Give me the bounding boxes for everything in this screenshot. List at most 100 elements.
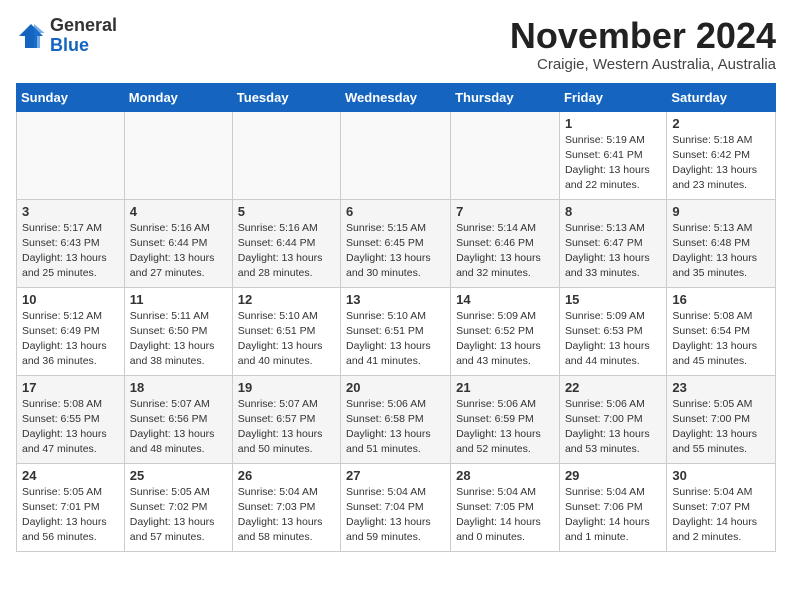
month-title: November 2024 xyxy=(510,16,776,56)
calendar-day-cell: 16Sunrise: 5:08 AM Sunset: 6:54 PM Dayli… xyxy=(667,287,776,375)
day-of-week-header: Sunday xyxy=(17,83,125,111)
day-number: 24 xyxy=(22,468,119,483)
day-of-week-header: Thursday xyxy=(451,83,560,111)
calendar-week-row: 17 Sunrise: 5:08 AM Sunset: 6:55 PM Dayli… xyxy=(17,375,776,463)
day-number: 6 xyxy=(346,204,445,219)
day-info: Sunrise: 5:12 AM Sunset: 6:49 PM Dayligh… xyxy=(22,309,119,370)
calendar-day-cell: 13 Sunrise: 5:10 AM Sunset: 6:51 PM Dayli… xyxy=(341,287,451,375)
day-info: Sunrise: 5:05 AM Sunset: 7:02 PM Dayligh… xyxy=(130,485,227,546)
day-number: 8 xyxy=(565,204,661,219)
calendar-day-cell: 17 Sunrise: 5:08 AM Sunset: 6:55 PM Dayli… xyxy=(17,375,125,463)
calendar-day-cell: 1 Sunrise: 5:19 AM Sunset: 6:41 PM Daylig… xyxy=(559,111,666,199)
day-of-week-header: Monday xyxy=(124,83,232,111)
day-number: 14 xyxy=(456,292,554,307)
calendar-day-cell: 3 Sunrise: 5:17 AM Sunset: 6:43 PM Daylig… xyxy=(17,199,125,287)
calendar-day-cell: 15 Sunrise: 5:09 AM Sunset: 6:53 PM Dayli… xyxy=(559,287,666,375)
day-info: Sunrise: 5:09 AM Sunset: 6:52 PM Dayligh… xyxy=(456,309,554,370)
day-number: 30 xyxy=(672,468,770,483)
day-number: 16 xyxy=(672,292,770,307)
day-info: Sunrise: 5:07 AM Sunset: 6:56 PM Dayligh… xyxy=(130,397,227,458)
logo-blue: Blue xyxy=(50,35,89,55)
logo-icon xyxy=(16,21,46,51)
day-number: 10 xyxy=(22,292,119,307)
day-number: 15 xyxy=(565,292,661,307)
day-number: 4 xyxy=(130,204,227,219)
day-info: Sunrise: 5:16 AM Sunset: 6:44 PM Dayligh… xyxy=(238,221,335,282)
calendar-day-cell: 30 Sunrise: 5:04 AM Sunset: 7:07 PM Dayli… xyxy=(667,463,776,551)
day-number: 26 xyxy=(238,468,335,483)
calendar-day-cell: 19Sunrise: 5:07 AM Sunset: 6:57 PM Dayli… xyxy=(232,375,340,463)
day-number: 29 xyxy=(565,468,661,483)
day-info: Sunrise: 5:10 AM Sunset: 6:51 PM Dayligh… xyxy=(346,309,445,370)
day-number: 7 xyxy=(456,204,554,219)
calendar-week-row: 3 Sunrise: 5:17 AM Sunset: 6:43 PM Daylig… xyxy=(17,199,776,287)
calendar-day-cell xyxy=(232,111,340,199)
calendar-day-cell: 25Sunrise: 5:05 AM Sunset: 7:02 PM Dayli… xyxy=(124,463,232,551)
day-number: 22 xyxy=(565,380,661,395)
calendar-day-cell: 26 Sunrise: 5:04 AM Sunset: 7:03 PM Dayli… xyxy=(232,463,340,551)
logo-general: General xyxy=(50,15,117,35)
calendar-day-cell: 8 Sunrise: 5:13 AM Sunset: 6:47 PM Daylig… xyxy=(559,199,666,287)
day-number: 3 xyxy=(22,204,119,219)
calendar-day-cell: 22 Sunrise: 5:06 AM Sunset: 7:00 PM Dayli… xyxy=(559,375,666,463)
day-info: Sunrise: 5:04 AM Sunset: 7:03 PM Dayligh… xyxy=(238,485,335,546)
calendar-day-cell: 18 Sunrise: 5:07 AM Sunset: 6:56 PM Dayli… xyxy=(124,375,232,463)
day-number: 1 xyxy=(565,116,661,131)
calendar-day-cell: 11Sunrise: 5:11 AM Sunset: 6:50 PM Dayli… xyxy=(124,287,232,375)
logo: General Blue xyxy=(16,16,117,56)
day-number: 12 xyxy=(238,292,335,307)
calendar-day-cell: 24 Sunrise: 5:05 AM Sunset: 7:01 PM Dayli… xyxy=(17,463,125,551)
day-of-week-header: Friday xyxy=(559,83,666,111)
page-header: General Blue November 2024 Craigie, West… xyxy=(16,16,776,73)
calendar-day-cell: 7 Sunrise: 5:14 AM Sunset: 6:46 PM Daylig… xyxy=(451,199,560,287)
day-info: Sunrise: 5:13 AM Sunset: 6:47 PM Dayligh… xyxy=(565,221,661,282)
title-block: November 2024 Craigie, Western Australia… xyxy=(510,16,776,73)
day-of-week-header: Wednesday xyxy=(341,83,451,111)
day-info: Sunrise: 5:19 AM Sunset: 6:41 PM Dayligh… xyxy=(565,133,661,194)
day-number: 17 xyxy=(22,380,119,395)
day-info: Sunrise: 5:04 AM Sunset: 7:06 PM Dayligh… xyxy=(565,485,661,546)
calendar-week-row: 1 Sunrise: 5:19 AM Sunset: 6:41 PM Daylig… xyxy=(17,111,776,199)
day-info: Sunrise: 5:04 AM Sunset: 7:07 PM Dayligh… xyxy=(672,485,770,546)
day-number: 18 xyxy=(130,380,227,395)
day-info: Sunrise: 5:10 AM Sunset: 6:51 PM Dayligh… xyxy=(238,309,335,370)
day-info: Sunrise: 5:17 AM Sunset: 6:43 PM Dayligh… xyxy=(22,221,119,282)
day-number: 27 xyxy=(346,468,445,483)
day-number: 5 xyxy=(238,204,335,219)
calendar-week-row: 24 Sunrise: 5:05 AM Sunset: 7:01 PM Dayli… xyxy=(17,463,776,551)
day-info: Sunrise: 5:14 AM Sunset: 6:46 PM Dayligh… xyxy=(456,221,554,282)
calendar-day-cell: 14 Sunrise: 5:09 AM Sunset: 6:52 PM Dayli… xyxy=(451,287,560,375)
day-info: Sunrise: 5:04 AM Sunset: 7:05 PM Dayligh… xyxy=(456,485,554,546)
day-info: Sunrise: 5:15 AM Sunset: 6:45 PM Dayligh… xyxy=(346,221,445,282)
calendar-day-cell xyxy=(451,111,560,199)
day-number: 23 xyxy=(672,380,770,395)
calendar-day-cell: 10 Sunrise: 5:12 AM Sunset: 6:49 PM Dayli… xyxy=(17,287,125,375)
calendar-day-cell: 2 Sunrise: 5:18 AM Sunset: 6:42 PM Daylig… xyxy=(667,111,776,199)
day-info: Sunrise: 5:16 AM Sunset: 6:44 PM Dayligh… xyxy=(130,221,227,282)
calendar-day-cell: 9 Sunrise: 5:13 AM Sunset: 6:48 PM Daylig… xyxy=(667,199,776,287)
day-info: Sunrise: 5:18 AM Sunset: 6:42 PM Dayligh… xyxy=(672,133,770,194)
day-number: 28 xyxy=(456,468,554,483)
day-info: Sunrise: 5:09 AM Sunset: 6:53 PM Dayligh… xyxy=(565,309,661,370)
calendar-day-cell: 5 Sunrise: 5:16 AM Sunset: 6:44 PM Daylig… xyxy=(232,199,340,287)
day-info: Sunrise: 5:05 AM Sunset: 7:01 PM Dayligh… xyxy=(22,485,119,546)
day-number: 13 xyxy=(346,292,445,307)
calendar-day-cell: 27Sunrise: 5:04 AM Sunset: 7:04 PM Dayli… xyxy=(341,463,451,551)
day-number: 21 xyxy=(456,380,554,395)
day-info: Sunrise: 5:06 AM Sunset: 6:59 PM Dayligh… xyxy=(456,397,554,458)
day-number: 9 xyxy=(672,204,770,219)
day-number: 2 xyxy=(672,116,770,131)
day-info: Sunrise: 5:13 AM Sunset: 6:48 PM Dayligh… xyxy=(672,221,770,282)
calendar-day-cell xyxy=(124,111,232,199)
calendar-day-cell: 6 Sunrise: 5:15 AM Sunset: 6:45 PM Daylig… xyxy=(341,199,451,287)
day-info: Sunrise: 5:06 AM Sunset: 6:58 PM Dayligh… xyxy=(346,397,445,458)
calendar-day-cell: 20Sunrise: 5:06 AM Sunset: 6:58 PM Dayli… xyxy=(341,375,451,463)
day-info: Sunrise: 5:07 AM Sunset: 6:57 PM Dayligh… xyxy=(238,397,335,458)
day-of-week-header: Saturday xyxy=(667,83,776,111)
calendar-day-cell xyxy=(341,111,451,199)
day-info: Sunrise: 5:06 AM Sunset: 7:00 PM Dayligh… xyxy=(565,397,661,458)
calendar-day-cell xyxy=(17,111,125,199)
day-info: Sunrise: 5:08 AM Sunset: 6:55 PM Dayligh… xyxy=(22,397,119,458)
logo-text: General Blue xyxy=(50,16,117,56)
calendar-week-row: 10 Sunrise: 5:12 AM Sunset: 6:49 PM Dayli… xyxy=(17,287,776,375)
